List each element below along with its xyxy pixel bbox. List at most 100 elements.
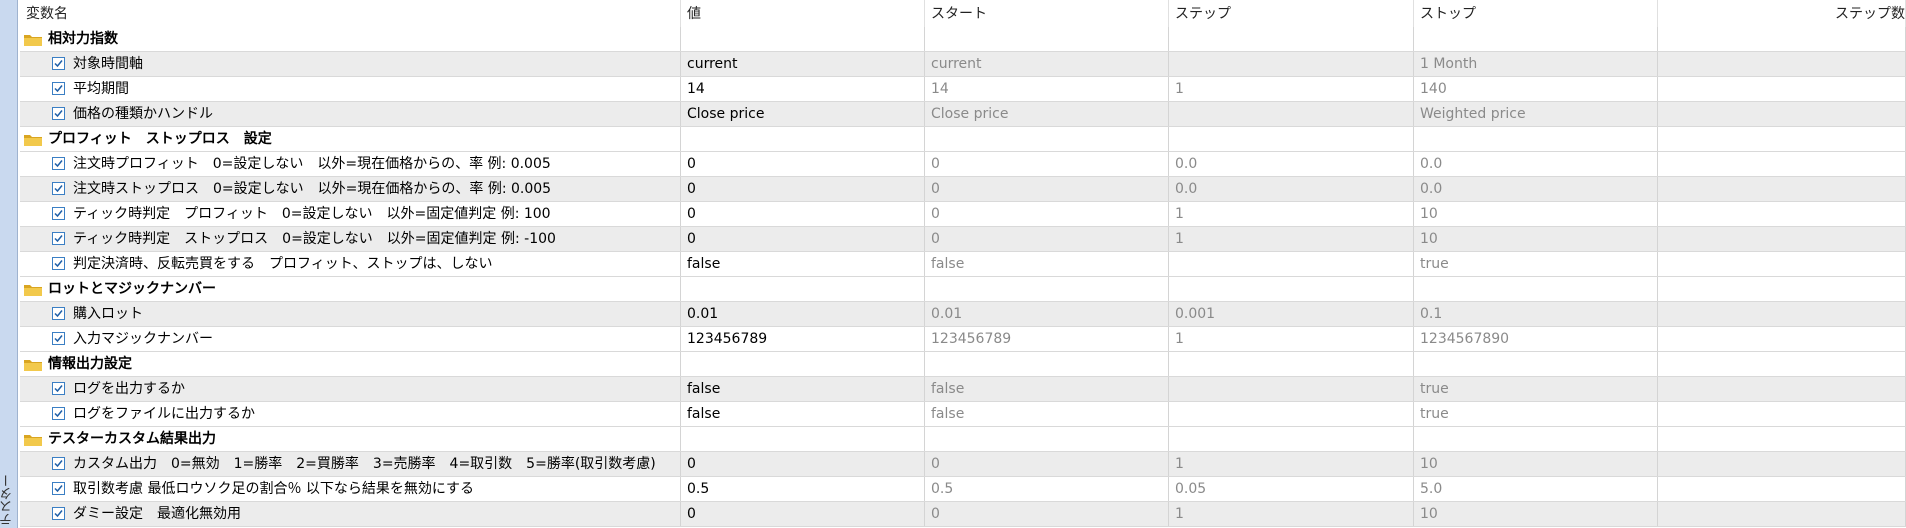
stop-cell[interactable]: 1234567890 xyxy=(1414,327,1658,351)
parameter-row[interactable]: ティック時判定 プロフィット 0=設定しない 以外=固定値判定 例: 100 0 0… xyxy=(20,202,1906,227)
value-cell[interactable]: 0 xyxy=(681,502,925,526)
checkbox-checked-icon[interactable] xyxy=(52,481,65,495)
stop-cell[interactable]: Weighted price xyxy=(1414,102,1658,126)
step-cell[interactable]: 0.0 xyxy=(1169,152,1414,176)
step-cell[interactable] xyxy=(1169,102,1414,126)
value-cell[interactable]: 14 xyxy=(681,77,925,101)
step-cell[interactable]: 0.0 xyxy=(1169,177,1414,201)
parameter-row[interactable]: カスタム出力 0=無効 1=勝率 2=買勝率 3=売勝率 4=取引数 5=勝率(… xyxy=(20,452,1906,477)
checkbox-checked-icon[interactable] xyxy=(52,106,65,120)
step-cell[interactable]: 1 xyxy=(1169,452,1414,476)
step-cell[interactable]: 1 xyxy=(1169,77,1414,101)
parameter-row[interactable]: 注文時プロフィット 0=設定しない 以外=現在価格からの、率 例: 0.005 0… xyxy=(20,152,1906,177)
stop-cell[interactable]: 10 xyxy=(1414,452,1658,476)
side-tab-tester[interactable]: テスター xyxy=(0,0,18,528)
group-row[interactable]: テスターカスタム結果出力 xyxy=(20,427,1906,452)
parameter-row[interactable]: 注文時ストップロス 0=設定しない 以外=現在価格からの、率 例: 0.005 0… xyxy=(20,177,1906,202)
start-cell[interactable]: 0 xyxy=(925,452,1169,476)
column-header-steps[interactable]: ステップ数 xyxy=(1658,0,1906,29)
checkbox-checked-icon[interactable] xyxy=(52,381,65,395)
value-cell[interactable]: false xyxy=(681,377,925,401)
start-cell[interactable]: Close price xyxy=(925,102,1169,126)
value-cell[interactable]: 0 xyxy=(681,202,925,226)
parameter-row[interactable]: ダミー設定 最適化無効用 0 0 1 10 xyxy=(20,502,1906,527)
start-cell[interactable]: 123456789 xyxy=(925,327,1169,351)
step-cell[interactable] xyxy=(1169,402,1414,426)
value-cell[interactable]: current xyxy=(681,52,925,76)
value-cell[interactable]: false xyxy=(681,402,925,426)
parameter-row[interactable]: 価格の種類かハンドル Close price Close price Weighted… xyxy=(20,102,1906,127)
start-cell[interactable]: 0 xyxy=(925,177,1169,201)
stop-cell[interactable]: 5.0 xyxy=(1414,477,1658,501)
checkbox-checked-icon[interactable] xyxy=(52,306,65,320)
stop-cell[interactable]: 10 xyxy=(1414,227,1658,251)
stop-cell[interactable]: true xyxy=(1414,252,1658,276)
parameter-row[interactable]: ログを出力するか false false true xyxy=(20,377,1906,402)
stop-cell[interactable]: true xyxy=(1414,402,1658,426)
value-cell[interactable]: 123456789 xyxy=(681,327,925,351)
parameter-row[interactable]: ティック時判定 ストップロス 0=設定しない 以外=固定値判定 例: -100 0… xyxy=(20,227,1906,252)
step-cell[interactable]: 1 xyxy=(1169,327,1414,351)
group-row[interactable]: プロフィット ストップロス 設定 xyxy=(20,127,1906,152)
checkbox-checked-icon[interactable] xyxy=(52,256,65,270)
parameter-row[interactable]: 判定決済時、反転売買をする プロフィット、ストップは、しない false false… xyxy=(20,252,1906,277)
parameter-row[interactable]: 入力マジックナンバー 123456789 123456789 1 1234567890 xyxy=(20,327,1906,352)
start-cell[interactable]: 0.01 xyxy=(925,302,1169,326)
start-cell[interactable]: 0 xyxy=(925,152,1169,176)
parameter-row[interactable]: 平均期間 14 14 1 140 xyxy=(20,77,1906,102)
checkbox-checked-icon[interactable] xyxy=(52,331,65,345)
step-cell[interactable]: 1 xyxy=(1169,502,1414,526)
value-cell[interactable]: 0.01 xyxy=(681,302,925,326)
start-cell[interactable]: current xyxy=(925,52,1169,76)
group-row[interactable]: 情報出力設定 xyxy=(20,352,1906,377)
parameter-row[interactable]: 取引数考慮 最低ロウソク足の割合％ 以下なら結果を無効にする 0.5 0.5 0.05… xyxy=(20,477,1906,502)
checkbox-checked-icon[interactable] xyxy=(52,406,65,420)
step-cell[interactable] xyxy=(1169,252,1414,276)
checkbox-checked-icon[interactable] xyxy=(52,81,65,95)
start-cell[interactable]: 0.5 xyxy=(925,477,1169,501)
column-header-name[interactable]: 変数名 xyxy=(20,0,681,29)
step-cell[interactable] xyxy=(1169,52,1414,76)
step-cell[interactable]: 0.001 xyxy=(1169,302,1414,326)
start-cell[interactable]: false xyxy=(925,402,1169,426)
start-cell[interactable]: 0 xyxy=(925,202,1169,226)
checkbox-checked-icon[interactable] xyxy=(52,156,65,170)
parameter-row[interactable]: 購入ロット 0.01 0.01 0.001 0.1 xyxy=(20,302,1906,327)
stop-cell[interactable]: 1 Month xyxy=(1414,52,1658,76)
step-cell[interactable]: 0.05 xyxy=(1169,477,1414,501)
stop-cell[interactable]: 0.0 xyxy=(1414,177,1658,201)
column-header-value[interactable]: 値 xyxy=(681,0,925,29)
stop-cell[interactable]: true xyxy=(1414,377,1658,401)
checkbox-checked-icon[interactable] xyxy=(52,181,65,195)
step-cell[interactable]: 1 xyxy=(1169,202,1414,226)
start-cell[interactable]: false xyxy=(925,252,1169,276)
group-row[interactable]: 相対力指数 xyxy=(20,27,1906,52)
step-cell[interactable]: 1 xyxy=(1169,227,1414,251)
value-cell[interactable]: 0 xyxy=(681,177,925,201)
checkbox-checked-icon[interactable] xyxy=(52,206,65,220)
start-cell[interactable]: 14 xyxy=(925,77,1169,101)
parameter-row[interactable]: 対象時間軸 current current 1 Month xyxy=(20,52,1906,77)
stop-cell[interactable]: 0.1 xyxy=(1414,302,1658,326)
start-cell[interactable]: 0 xyxy=(925,227,1169,251)
start-cell[interactable]: 0 xyxy=(925,502,1169,526)
value-cell[interactable]: 0.5 xyxy=(681,477,925,501)
column-header-start[interactable]: スタート xyxy=(925,0,1169,29)
stop-cell[interactable]: 0.0 xyxy=(1414,152,1658,176)
column-header-step[interactable]: ステップ xyxy=(1169,0,1414,29)
value-cell[interactable]: 0 xyxy=(681,227,925,251)
column-header-stop[interactable]: ストップ xyxy=(1414,0,1658,29)
checkbox-checked-icon[interactable] xyxy=(52,506,65,520)
checkbox-checked-icon[interactable] xyxy=(52,456,65,470)
value-cell[interactable]: 0 xyxy=(681,452,925,476)
value-cell[interactable]: Close price xyxy=(681,102,925,126)
start-cell[interactable]: false xyxy=(925,377,1169,401)
stop-cell[interactable]: 10 xyxy=(1414,502,1658,526)
value-cell[interactable]: 0 xyxy=(681,152,925,176)
parameter-row[interactable]: ログをファイルに出力するか false false true xyxy=(20,402,1906,427)
stop-cell[interactable]: 10 xyxy=(1414,202,1658,226)
value-cell[interactable]: false xyxy=(681,252,925,276)
checkbox-checked-icon[interactable] xyxy=(52,56,65,70)
stop-cell[interactable]: 140 xyxy=(1414,77,1658,101)
checkbox-checked-icon[interactable] xyxy=(52,231,65,245)
